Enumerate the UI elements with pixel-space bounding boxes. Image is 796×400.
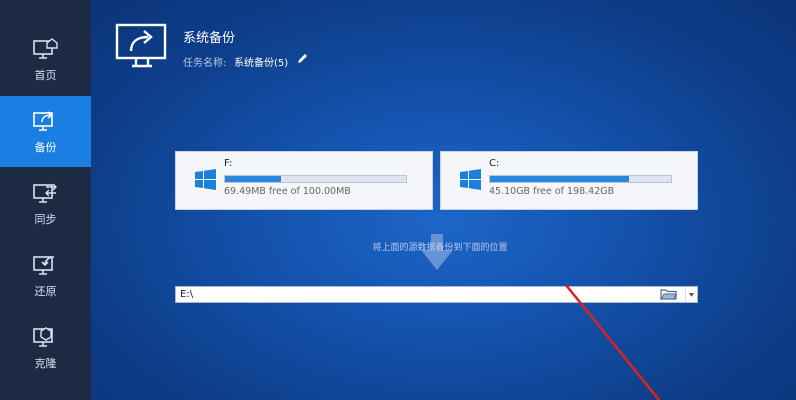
disk-usage-fill <box>490 176 630 182</box>
task-name-value: 系统备份(5) <box>234 58 289 69</box>
destination-path-input[interactable] <box>178 287 652 302</box>
disk-usage-bar <box>489 175 672 183</box>
clone-monitor-icon <box>33 327 53 347</box>
backup-share-icon <box>115 23 167 68</box>
backup-monitor-icon <box>33 111 54 131</box>
sidebar-item-sync[interactable]: 同步 <box>0 168 91 239</box>
sidebar-item-label: 还原 <box>34 285 57 298</box>
sync-monitor-icon <box>33 183 57 203</box>
windows-icon <box>460 169 481 190</box>
page-title: 系统备份 <box>183 31 236 46</box>
restore-monitor-icon <box>33 256 55 275</box>
sidebar-item-label: 同步 <box>34 213 57 226</box>
source-disk-f[interactable]: F: 69.49MB free of 100.00MB <box>175 151 433 210</box>
chevron-down-icon[interactable] <box>685 287 697 302</box>
sidebar-item-label: 备份 <box>34 141 57 154</box>
sidebar-item-home[interactable]: 首页 <box>0 24 91 95</box>
disk-name: C: <box>489 158 500 169</box>
sidebar: 首页 备份 同步 还原 克隆 <box>0 0 91 400</box>
sidebar-item-backup[interactable]: 备份 <box>0 96 91 167</box>
disk-name: F: <box>224 158 233 169</box>
source-disk-c[interactable]: C: 45.10GB free of 198.42GB <box>440 151 698 210</box>
hint-text: 将上面的源数据备份到下面的位置 <box>372 243 508 253</box>
destination-path-field <box>175 286 698 303</box>
sidebar-item-clone[interactable]: 克隆 <box>0 312 91 383</box>
pencil-icon[interactable] <box>297 53 308 64</box>
sidebar-item-restore[interactable]: 还原 <box>0 240 91 311</box>
disk-usage-bar <box>224 175 407 183</box>
disk-free-text: 69.49MB free of 100.00MB <box>224 186 351 197</box>
sidebar-item-label: 首页 <box>34 69 57 82</box>
home-monitor-icon <box>33 38 58 59</box>
disk-usage-fill <box>225 176 282 182</box>
windows-icon <box>195 169 216 190</box>
task-name-label: 任务名称: <box>183 58 227 69</box>
disk-free-text: 45.10GB free of 198.42GB <box>489 186 615 197</box>
sidebar-item-label: 克隆 <box>34 357 57 370</box>
folder-icon[interactable] <box>660 289 677 300</box>
